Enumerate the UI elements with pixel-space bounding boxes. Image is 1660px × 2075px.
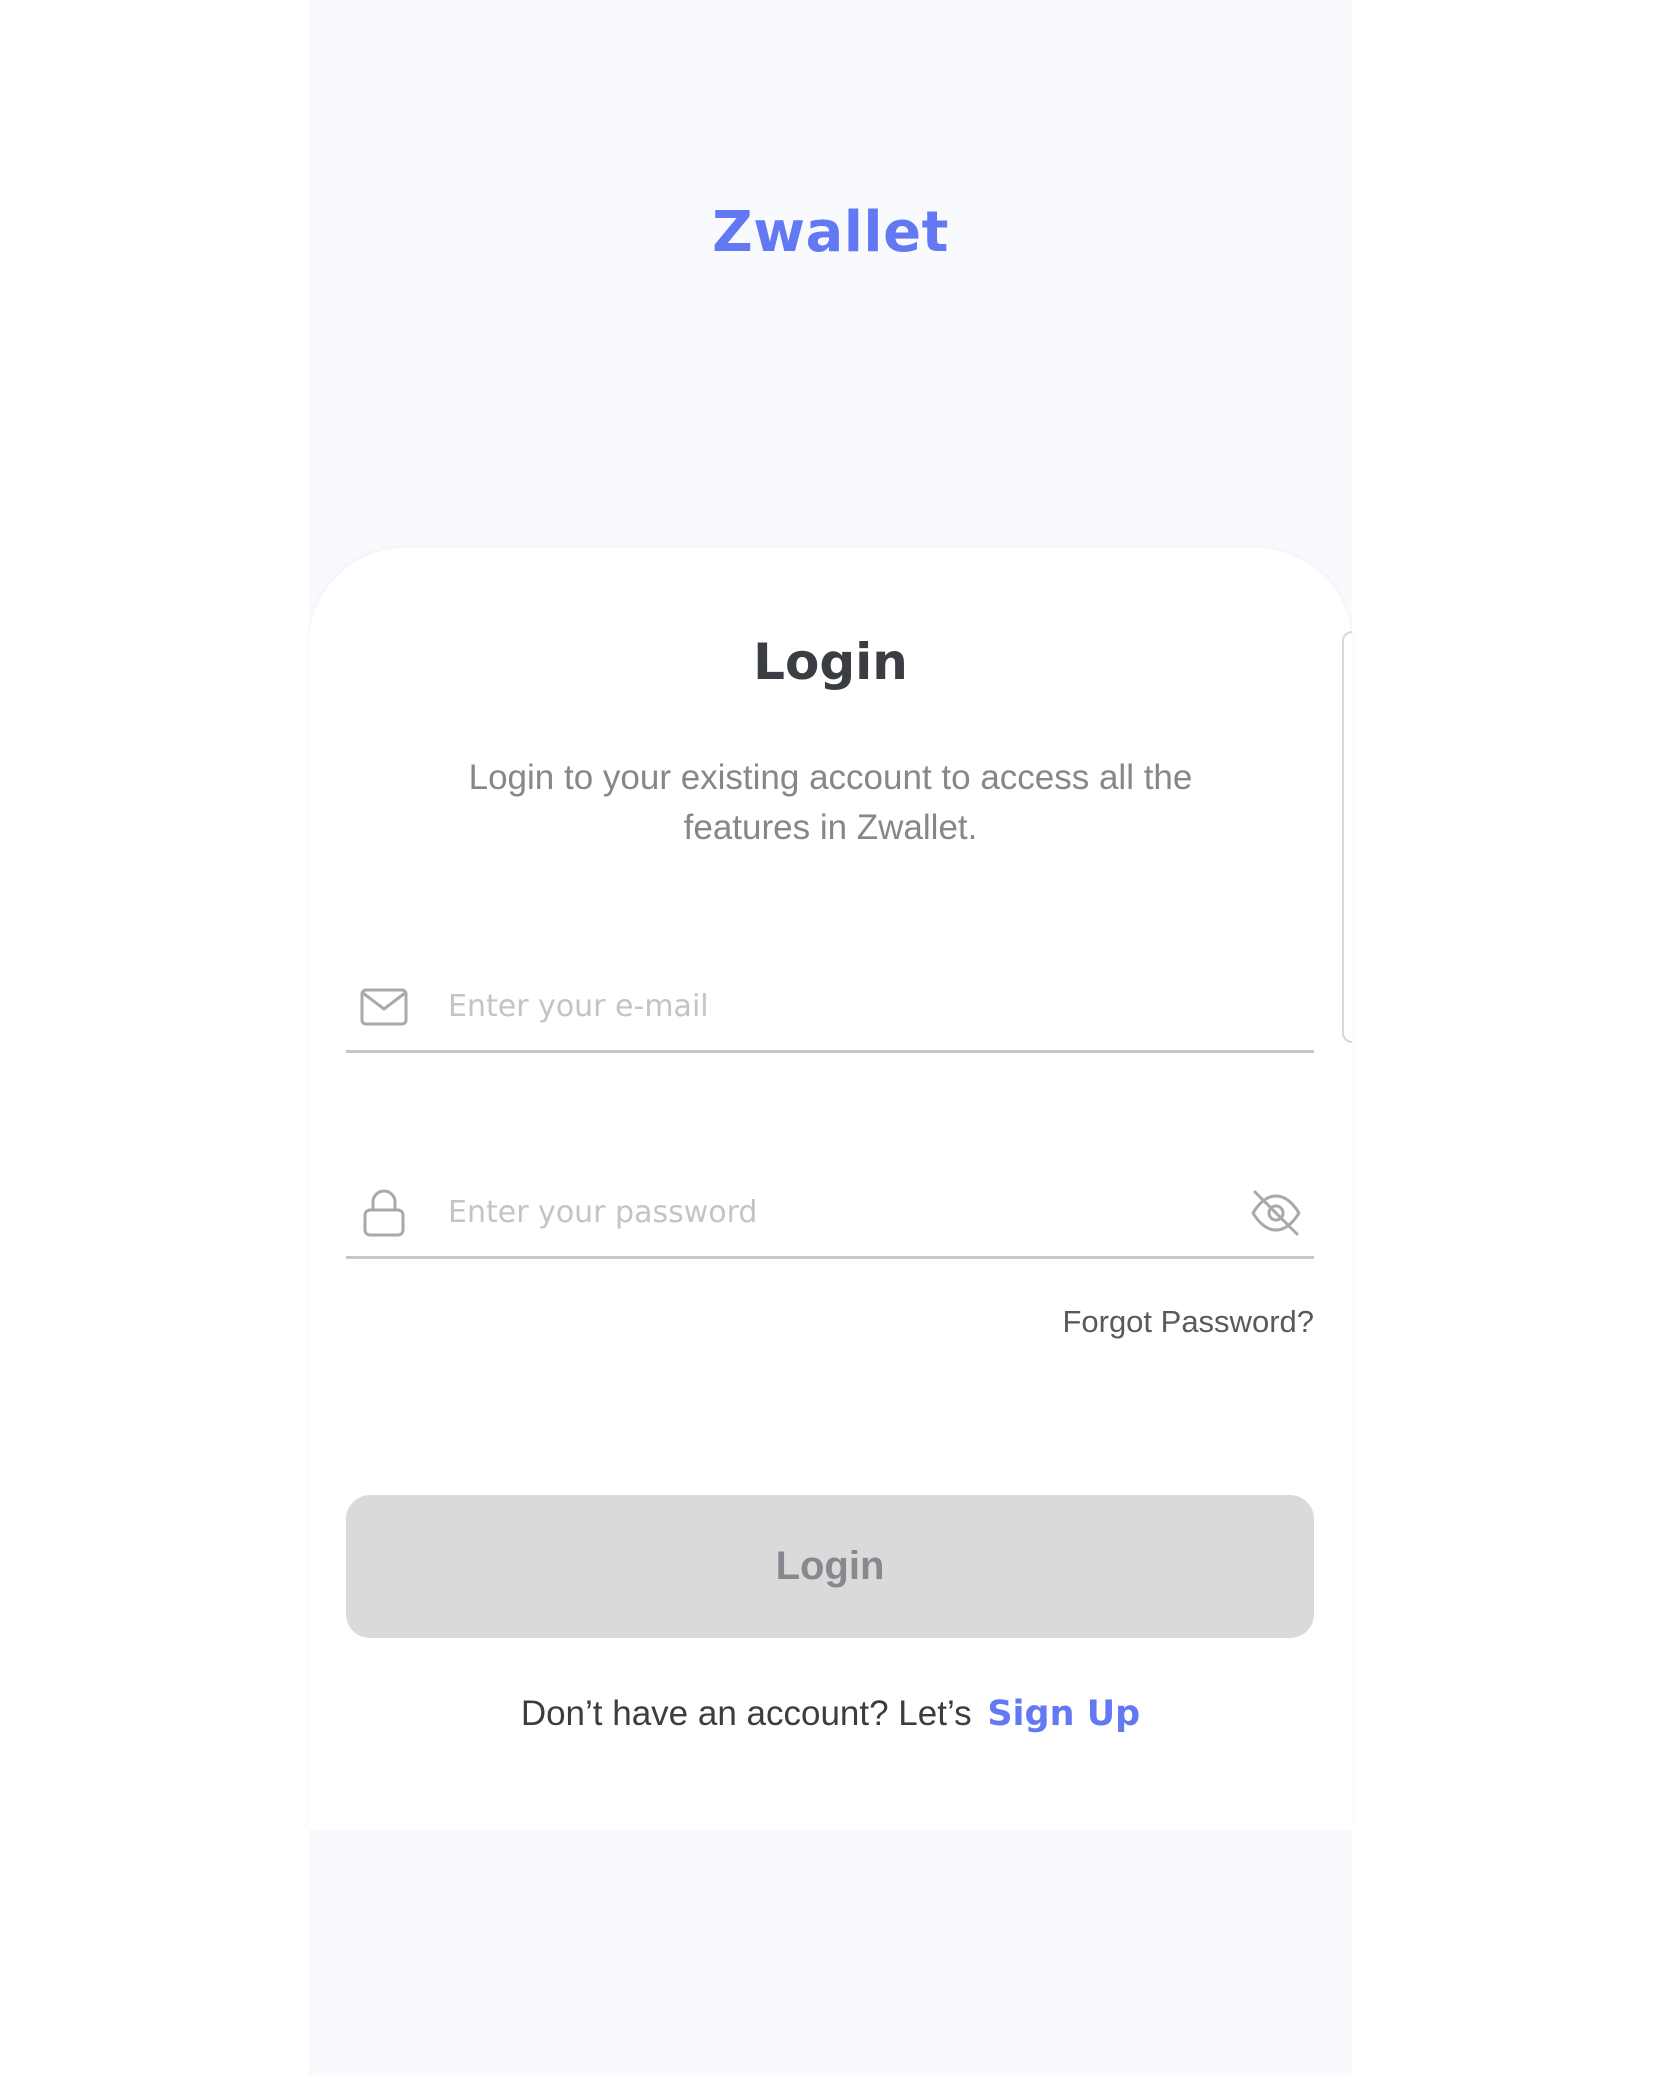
- lock-icon: [360, 1189, 408, 1237]
- forgot-password-link[interactable]: Forgot Password?: [1062, 1304, 1314, 1340]
- page-title: Login: [753, 633, 908, 691]
- app-viewport: Zwallet Login Login to your existing acc…: [309, 0, 1352, 2075]
- brand-logo: Zwallet: [712, 200, 949, 265]
- page-subtitle: Login to your existing account to access…: [468, 758, 1193, 847]
- signup-link[interactable]: Sign Up: [987, 1694, 1140, 1734]
- scroll-handle[interactable]: [1342, 631, 1352, 1043]
- eye-off-icon[interactable]: [1248, 1185, 1304, 1241]
- email-field[interactable]: [346, 963, 1314, 1053]
- password-input[interactable]: [448, 1195, 1248, 1230]
- signup-prompt-text: Don’t have an account? Let’s: [520, 1694, 972, 1733]
- login-card: Login Login to your existing account to …: [309, 548, 1352, 1830]
- signup-prompt: Don’t have an account? Let’s Sign Up: [309, 1694, 1352, 1734]
- mail-icon: [360, 983, 408, 1031]
- login-button[interactable]: Login: [346, 1495, 1314, 1638]
- password-field[interactable]: [346, 1169, 1314, 1259]
- email-input[interactable]: [448, 989, 1314, 1024]
